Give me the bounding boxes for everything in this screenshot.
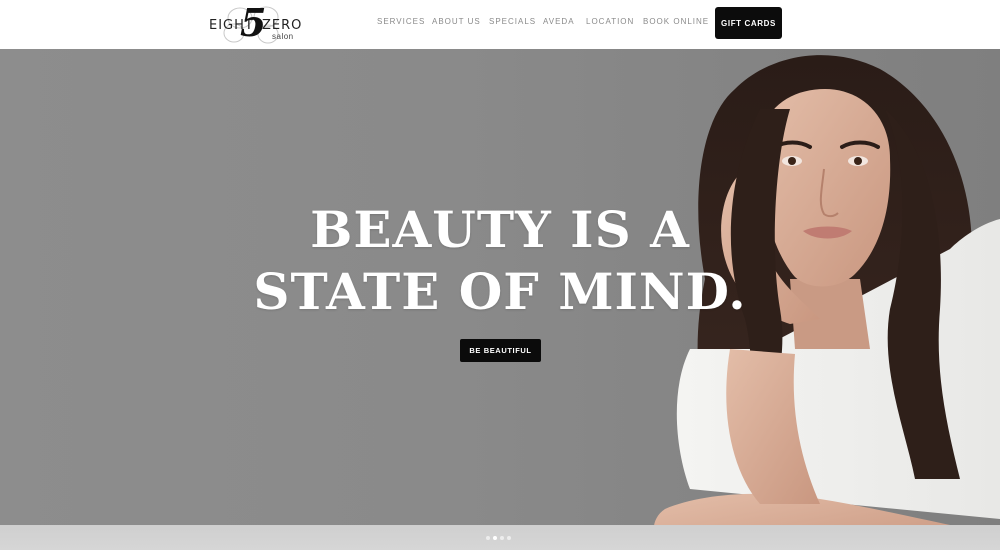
be-beautiful-button[interactable]: BE BEAUTIFUL bbox=[460, 339, 541, 362]
logo-subtitle: salon bbox=[272, 32, 294, 41]
site-logo[interactable]: EIGHT 5 ZERO salon bbox=[206, 0, 301, 45]
nav-item-aveda[interactable]: AVEDA bbox=[543, 17, 575, 26]
hero-headline-line-2: STATE OF MIND. bbox=[253, 262, 747, 321]
nav-item-location[interactable]: LOCATION bbox=[586, 17, 634, 26]
slider-dot-active[interactable] bbox=[493, 536, 497, 540]
slider-dot[interactable] bbox=[507, 536, 511, 540]
slider-dot[interactable] bbox=[500, 536, 504, 540]
site-header: EIGHT 5 ZERO salon SERVICES ABOUT US SPE… bbox=[0, 0, 1000, 49]
nav-item-about-us[interactable]: ABOUT US bbox=[432, 17, 481, 26]
slider-dot[interactable] bbox=[486, 536, 490, 540]
nav-item-services[interactable]: SERVICES bbox=[377, 17, 425, 26]
gift-cards-button[interactable]: GIFT CARDS bbox=[715, 7, 782, 39]
hero-headline: BEAUTY IS A STATE OF MIND. bbox=[0, 199, 1000, 323]
hero-headline-line-1: BEAUTY IS A bbox=[310, 200, 690, 259]
nav-item-specials[interactable]: SPECIALS bbox=[489, 17, 536, 26]
logo-word-right: ZERO bbox=[262, 18, 303, 33]
hero-slider: BEAUTY IS A STATE OF MIND. BE BEAUTIFUL bbox=[0, 49, 1000, 550]
nav-item-book-online[interactable]: BOOK ONLINE bbox=[643, 17, 709, 26]
slider-dots bbox=[486, 536, 511, 542]
